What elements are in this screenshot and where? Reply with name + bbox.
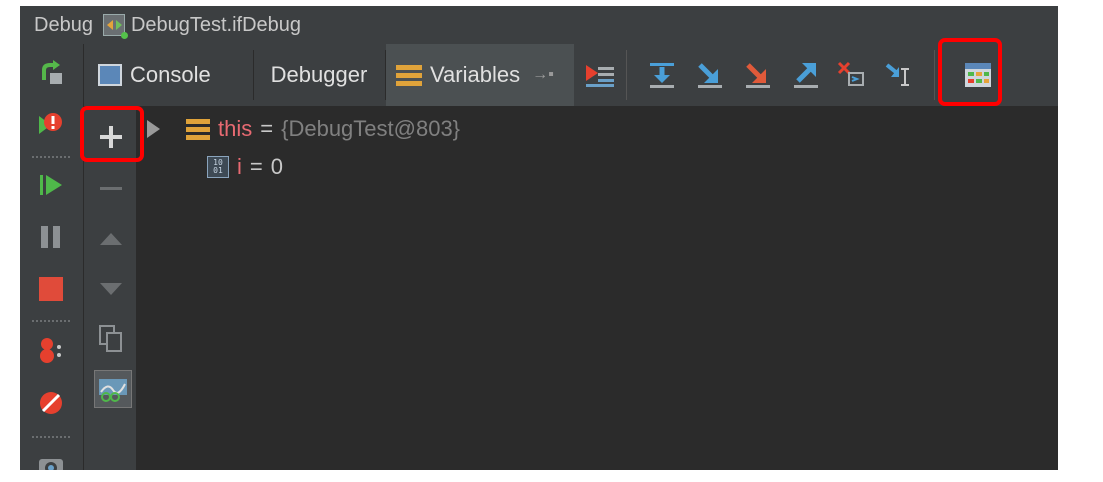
equals-sign: = <box>249 154 263 179</box>
camera-icon[interactable] <box>34 448 68 470</box>
variable-value: 0 <box>270 154 283 179</box>
tab-variables[interactable]: Variables →▪ <box>386 44 574 106</box>
variable-name: this <box>218 116 253 141</box>
rerun-icon[interactable] <box>34 56 68 90</box>
variable-name: i <box>237 154 242 179</box>
console-icon <box>98 64 122 86</box>
step-over-icon[interactable] <box>644 58 680 92</box>
resume-icon[interactable] <box>34 168 68 202</box>
tab-debugger[interactable]: Debugger <box>254 44 384 106</box>
debug-window: Debug DebugTest.ifDebug Console Debugger… <box>20 6 1058 470</box>
equals-sign: = <box>260 116 274 141</box>
stop-icon[interactable] <box>34 272 68 306</box>
thread-dump-icon[interactable] <box>34 334 68 368</box>
separator <box>32 436 70 438</box>
run-config-icon <box>102 14 128 39</box>
tab-console[interactable]: Console <box>88 44 250 106</box>
step-out-icon[interactable] <box>788 58 824 92</box>
left-toolbar <box>20 44 84 470</box>
show-execution-point-icon[interactable] <box>582 58 618 92</box>
list-item[interactable]: this = {DebugTest@803} <box>147 111 460 147</box>
separator <box>32 320 70 322</box>
force-step-into-icon[interactable] <box>740 58 776 92</box>
minus-icon[interactable] <box>94 172 128 206</box>
separator <box>32 156 70 158</box>
tab-variables-label: Variables <box>430 62 521 87</box>
variable-value: {DebugTest@803} <box>281 116 461 141</box>
run-to-cursor-icon[interactable] <box>882 58 918 92</box>
pin-tab-icon[interactable]: →▪ <box>532 66 554 84</box>
watches-icon[interactable] <box>94 370 132 408</box>
copy-icon[interactable] <box>94 322 128 356</box>
tab-debugger-label: Debugger <box>270 62 368 87</box>
highlight-box <box>938 38 1002 106</box>
tab-console-label: Console <box>130 62 211 87</box>
pause-icon[interactable] <box>34 220 68 254</box>
view-breakpoints-icon[interactable] <box>34 108 68 142</box>
primitive-icon: 10 01 <box>207 156 229 178</box>
variables-tree: this = {DebugTest@803} 10 01 i = 0 <box>137 107 1058 470</box>
expand-arrow-icon[interactable] <box>147 120 160 138</box>
field-icon <box>186 118 210 140</box>
up-icon[interactable] <box>94 222 128 256</box>
list-item[interactable]: 10 01 i = 0 <box>207 149 283 185</box>
debug-tab-bar: Console Debugger Variables →▪ <box>84 44 1058 107</box>
highlight-box <box>80 106 144 162</box>
panel-title: Debug <box>34 13 93 36</box>
mute-breakpoints-icon[interactable] <box>34 386 68 420</box>
debug-title-bar: Debug DebugTest.ifDebug <box>20 6 1058 44</box>
run-config-name[interactable]: DebugTest.ifDebug <box>131 14 301 37</box>
variables-tab-icon <box>396 64 422 86</box>
step-into-icon[interactable] <box>692 58 728 92</box>
drop-frame-icon[interactable] <box>834 58 870 92</box>
down-icon[interactable] <box>94 272 128 306</box>
